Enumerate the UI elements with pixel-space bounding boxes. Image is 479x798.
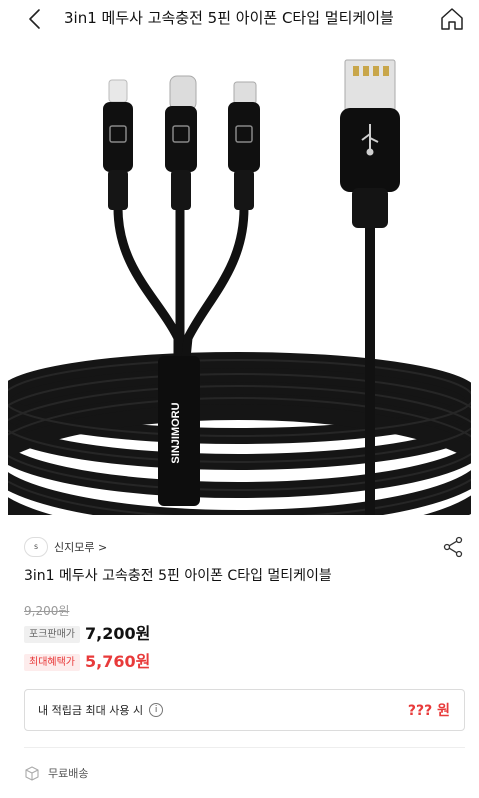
max-benefit-tag: 최대혜택가 (24, 653, 80, 671)
home-button[interactable] (439, 6, 465, 32)
points-value: ??? 원 (407, 703, 450, 719)
top-header: 3in1 메두사 고속충전 5핀 아이폰 C타입 멀티케이블 (8, 0, 471, 38)
product-name: 3in1 메두사 고속충전 5핀 아이폰 C타입 멀티케이블 (24, 568, 332, 584)
box-icon (25, 766, 39, 781)
brand-label: SINJIMORU (170, 402, 182, 463)
fork-price-tag: 포크판매가 (24, 625, 80, 643)
points-label: 내 적립금 최대 사용 시 (38, 704, 144, 717)
share-icon (443, 536, 463, 558)
seller-logo: S (24, 537, 48, 557)
divider (24, 747, 465, 748)
shipping-label: 무료배송 (48, 767, 89, 780)
page-title: 3in1 메두사 고속충전 5핀 아이폰 C타입 멀티케이블 (64, 9, 394, 27)
info-icon[interactable]: i (149, 703, 164, 717)
chevron-left-icon (29, 9, 40, 29)
fork-price: 7,200원 (85, 624, 151, 643)
max-benefit-row: 최대혜택가 5,760원 (24, 652, 150, 672)
fork-price-row: 포크판매가 7,200원 (24, 624, 150, 644)
product-image[interactable]: SINJIMORU (8, 38, 471, 515)
back-button[interactable] (24, 7, 48, 31)
home-icon (441, 8, 463, 30)
shipping-row: 무료배송 (24, 763, 88, 783)
seller-name[interactable]: 신지모루 > (54, 539, 107, 555)
original-price: 9,200원 (24, 604, 70, 618)
cable-illustration: SINJIMORU (8, 59, 471, 515)
seller-link[interactable]: S 신지모루 > (24, 536, 107, 558)
page-frame: 3in1 메두사 고속충전 5핀 아이폰 C타입 멀티케이블 SINJIMORU… (8, 0, 471, 798)
share-button[interactable] (441, 535, 465, 559)
max-benefit-price: 5,760원 (85, 652, 151, 671)
points-box: 내 적립금 최대 사용 시 i ??? 원 (24, 689, 465, 731)
